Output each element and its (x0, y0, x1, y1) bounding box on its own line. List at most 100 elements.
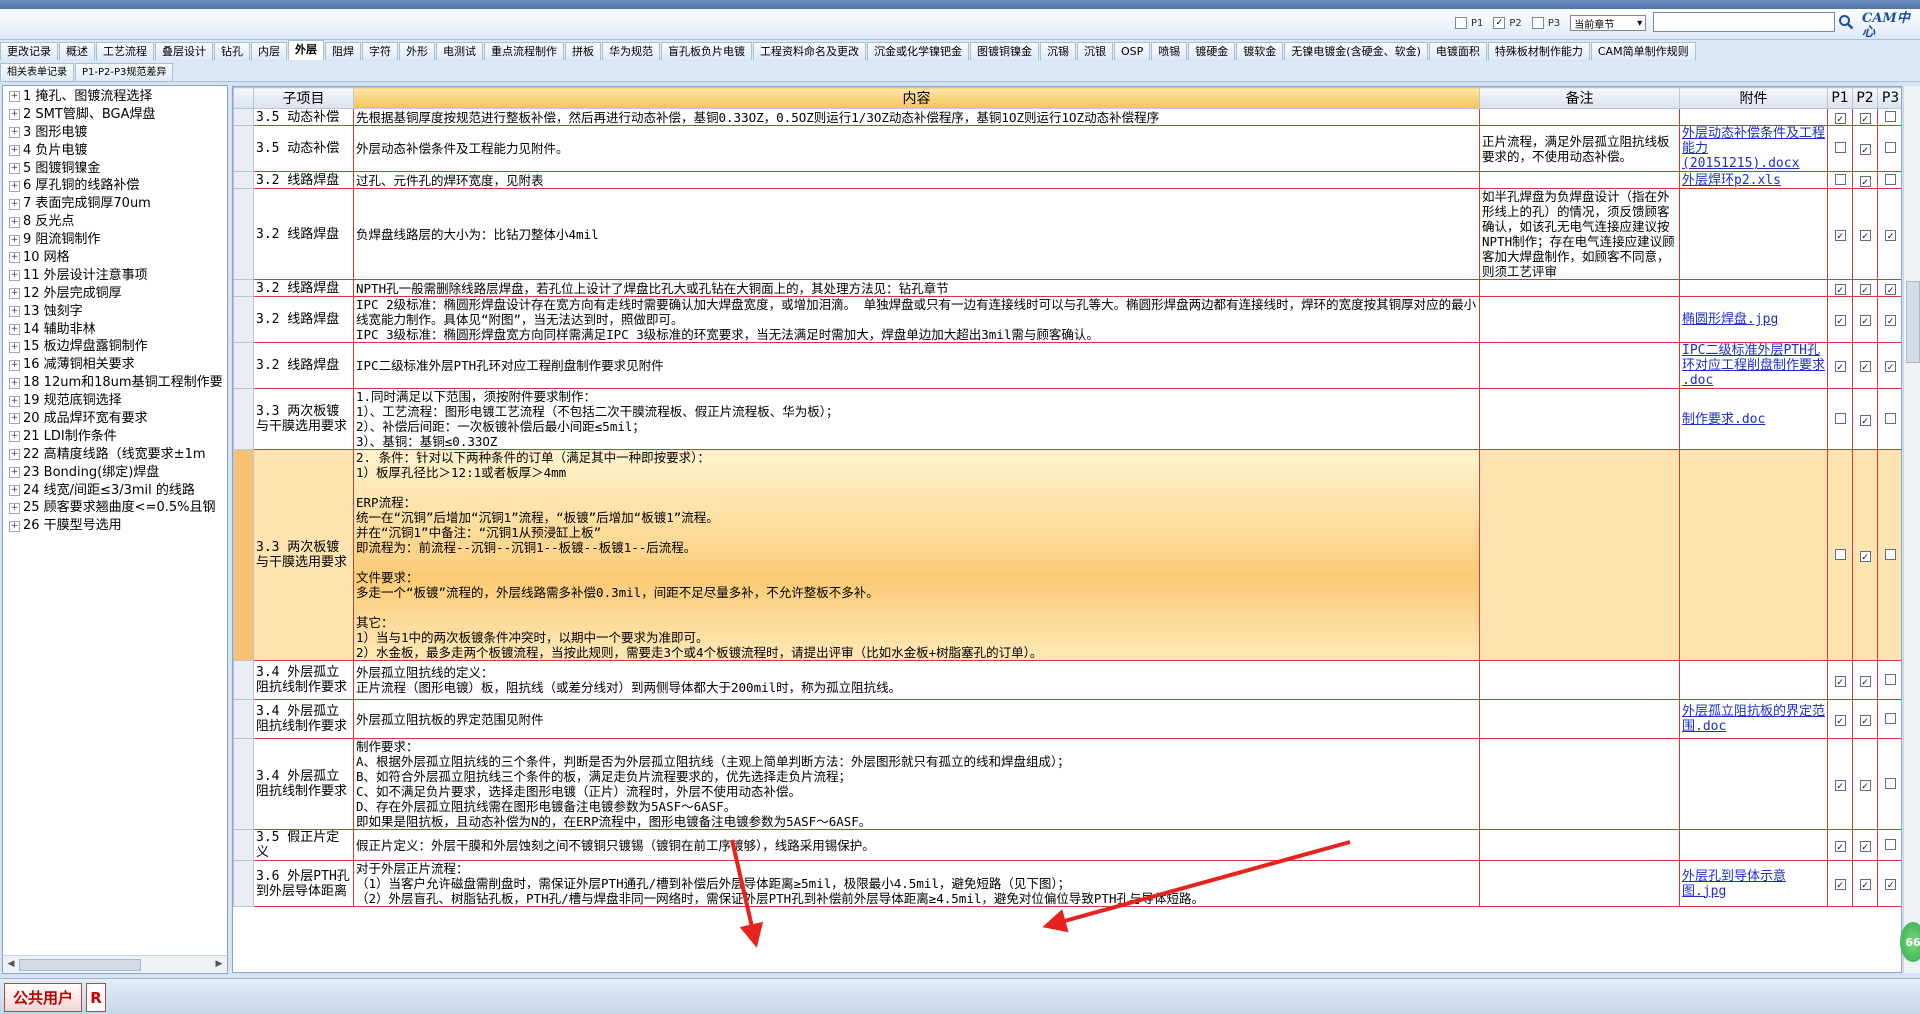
tree-item[interactable]: +2 SMT管脚、BGA焊盘 (3, 106, 227, 124)
expand-icon[interactable]: + (9, 395, 20, 407)
row-indicator[interactable] (233, 188, 254, 280)
p1-checkbox[interactable] (1834, 412, 1846, 424)
user-button[interactable]: 公共用户 (4, 983, 83, 1012)
expand-icon[interactable]: + (9, 180, 20, 192)
p1-checkbox[interactable] (1455, 17, 1467, 29)
attachment-link[interactable] (1679, 108, 1828, 126)
scrollbar-thumb[interactable] (19, 959, 141, 971)
p1-checkbox[interactable]: ✓ (1834, 879, 1846, 891)
tab-23[interactable]: 镀软金 (1236, 42, 1284, 60)
secondary-tab-0[interactable]: 相关表单记录 (0, 63, 74, 81)
tab-13[interactable]: 华为规范 (602, 42, 660, 60)
p3-checkbox[interactable]: ✓ (1885, 315, 1896, 327)
p1-checkbox[interactable]: ✓ (1834, 361, 1846, 373)
row-indicator[interactable] (233, 860, 254, 907)
tree-item[interactable]: +24 线宽/间距≤3/3mil 的线路 (3, 482, 227, 500)
expand-icon[interactable]: + (9, 198, 20, 210)
chapter-select[interactable]: 当前章节 ▾ (1570, 15, 1647, 31)
row-indicator[interactable] (233, 108, 254, 126)
tree-item[interactable]: +8 反光点 (3, 213, 227, 231)
p3-checkbox[interactable] (1885, 142, 1896, 153)
tab-24[interactable]: 无镍电镀金(含硬金、软金) (1284, 42, 1428, 60)
tree-item[interactable]: +19 规范底铜选择 (3, 392, 227, 410)
tree-item[interactable]: +12 外层完成铜厚 (3, 285, 227, 303)
search-button[interactable] (1835, 12, 1857, 32)
attachment-link[interactable] (1679, 738, 1828, 830)
p2-checkbox[interactable]: ✓ (1859, 879, 1871, 891)
tree-item[interactable]: +23 Bonding(绑定)焊盘 (3, 464, 227, 482)
p3-checkbox[interactable] (1531, 17, 1544, 29)
p1-checkbox[interactable]: ✓ (1834, 714, 1846, 727)
expand-icon[interactable]: + (9, 306, 20, 318)
tab-26[interactable]: 特殊板材制作能力 (1487, 42, 1590, 60)
expand-icon[interactable]: + (9, 127, 20, 139)
table-row[interactable]: 3.4 外层孤立阻抗线制作要求 外层孤立阻抗板的界定范围见附件 外层孤立阻抗板的界定… (233, 699, 1901, 739)
attachment-link[interactable] (1679, 188, 1828, 280)
tab-20[interactable]: OSP (1114, 42, 1151, 60)
p3-checkbox[interactable] (1885, 412, 1896, 424)
attachment-link[interactable] (1679, 449, 1828, 661)
table-row[interactable]: 3.2 线路焊盘 IPC 2级标准：椭圆形焊盘设计存在宽方向有走线时需要确认加大焊… (233, 296, 1901, 343)
tree-item[interactable]: +11 外层设计注意事项 (3, 267, 227, 285)
p3-checkbox[interactable]: ✓ (1885, 879, 1896, 891)
p1-checkbox[interactable] (1834, 142, 1846, 153)
p3-checkbox[interactable] (1885, 110, 1896, 122)
tab-2[interactable]: 工艺流程 (96, 42, 154, 60)
p2-checkbox[interactable]: ✓ (1859, 175, 1871, 188)
table-row[interactable]: 3.4 外层孤立阻抗线制作要求 外层孤立阻抗线的定义： 正片流程（图形电镀）板，阻… (233, 660, 1901, 700)
attach-header[interactable]: 附件 (1679, 87, 1828, 109)
p2-checkbox[interactable]: ✓ (1859, 550, 1871, 563)
p1-checkbox[interactable] (1834, 173, 1846, 185)
tab-18[interactable]: 沉锡 (1040, 42, 1076, 60)
p3-checkbox[interactable] (1885, 712, 1896, 724)
p2-checkbox[interactable]: ✓ (1859, 779, 1871, 792)
tab-14[interactable]: 盲孔板负片电镀 (661, 42, 752, 60)
attachment-link[interactable]: 外层孤立阻抗板的界定范围.doc (1679, 699, 1828, 739)
tab-7[interactable]: 阻焊 (325, 42, 361, 60)
tree-item[interactable]: +20 成品焊环宽有要求 (3, 410, 227, 428)
p3-checkbox[interactable] (1885, 838, 1896, 850)
tab-1[interactable]: 概述 (59, 42, 95, 60)
row-indicator[interactable] (233, 699, 254, 739)
expand-icon[interactable]: + (9, 109, 20, 121)
tree-item[interactable]: +5 图镀铜镍金 (3, 160, 227, 178)
note-header[interactable]: 备注 (1479, 87, 1680, 109)
attachment-link[interactable] (1679, 829, 1828, 861)
scroll-left-icon[interactable]: ◀ (5, 958, 17, 970)
tab-12[interactable]: 拼板 (565, 42, 601, 60)
expand-icon[interactable]: + (9, 413, 20, 425)
expand-icon[interactable]: + (9, 234, 20, 246)
tab-8[interactable]: 字符 (362, 42, 398, 60)
attachment-link[interactable]: 外层孔到导体示意图.jpg (1679, 860, 1828, 907)
attachment-link[interactable]: IPC二级标准外层PTH孔环对应工程削盘制作要求 .doc (1679, 342, 1828, 389)
table-row[interactable]: 3.4 外层孤立阻抗线制作要求 制作要求： A、根据外层孤立阻抗线的三个条件，判断… (233, 738, 1901, 830)
table-row[interactable]: 3.2 线路焊盘 负焊盘线路层的大小为：比钻刀整体小4mil 如半孔焊盘为负焊盘设计… (233, 188, 1901, 280)
p2-checkbox[interactable]: ✓ (1859, 144, 1871, 156)
p1-header[interactable]: P1 (1827, 87, 1853, 109)
p3-checkbox[interactable]: ✓ (1885, 229, 1896, 242)
p2-checkbox[interactable]: ✓ (1859, 714, 1871, 727)
tab-27[interactable]: CAM简单制作规则 (1590, 42, 1696, 60)
table-row[interactable]: 3.5 动态补偿 先根据基铜厚度按规范进行整板补偿，然后再进行动态补偿，基铜0.3… (233, 108, 1901, 126)
p2-checkbox[interactable]: ✓ (1859, 229, 1871, 242)
p3-checkbox[interactable] (1885, 673, 1896, 685)
p1-checkbox[interactable]: ✓ (1834, 315, 1846, 327)
p2-checkbox[interactable]: ✓ (1859, 283, 1871, 296)
tab-21[interactable]: 喷锡 (1151, 42, 1188, 60)
tree-item[interactable]: +10 网格 (3, 249, 227, 267)
p2-checkbox[interactable]: ✓ (1859, 414, 1871, 427)
tab-10[interactable]: 电测试 (436, 42, 483, 60)
table-row[interactable]: 3.2 线路焊盘 IPC二级标准外层PTH孔环对应工程削盘制作要求见附件 IPC二级… (233, 342, 1901, 389)
row-indicator[interactable] (233, 449, 254, 661)
tab-19[interactable]: 沉银 (1077, 42, 1113, 60)
p1-checkbox[interactable]: ✓ (1834, 283, 1846, 296)
attachment-link[interactable] (1679, 279, 1828, 297)
table-row[interactable]: 3.2 线路焊盘 NPTH孔一般需删除线路层焊盘，若孔位上设计了焊盘比孔大或孔钻在… (233, 279, 1901, 297)
attachment-link[interactable]: 椭圆形焊盘.jpg (1679, 296, 1828, 343)
p1-checkbox[interactable]: ✓ (1834, 229, 1846, 242)
tree-item[interactable]: +25 顾客要求翘曲度<=0.5%且钢 (3, 499, 227, 517)
attachment-link[interactable]: 外层动态补偿条件及工程能力(20151215).docx (1679, 125, 1828, 172)
tree-item[interactable]: +9 阻流铜制作 (3, 231, 227, 249)
scrollbar-thumb[interactable] (1906, 281, 1920, 363)
expand-icon[interactable]: + (9, 270, 20, 282)
